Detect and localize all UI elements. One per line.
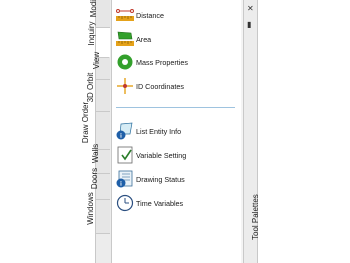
tab-label: Draw Order xyxy=(81,101,90,144)
tab-3d-orbit[interactable]: 3D Orbit xyxy=(86,73,110,112)
tool-label: Time Variables xyxy=(136,199,184,208)
tool-area[interactable]: Area xyxy=(116,30,241,50)
variable-setting-icon xyxy=(117,146,133,164)
tool-label: ID Coordinates xyxy=(136,82,184,91)
close-icon[interactable]: ✕ xyxy=(247,4,254,13)
tab-label: Walls xyxy=(91,143,100,164)
tool-label: Variable Setting xyxy=(136,151,187,160)
tool-drawing-status[interactable]: i Drawing Status xyxy=(116,170,241,190)
palette-title-bar[interactable]: ✕ ▮ Tool Palettes xyxy=(243,0,260,263)
id-coordinates-icon xyxy=(117,78,133,94)
tab-label: Inquiry xyxy=(87,21,96,46)
tool-time-variables[interactable]: Time Variables xyxy=(116,194,241,214)
area-icon xyxy=(116,31,134,46)
tab-doors[interactable]: Doors xyxy=(90,168,110,200)
mass-properties-icon xyxy=(117,54,133,70)
tool-label: Mass Properties xyxy=(136,58,188,67)
palette-content: Distance Area Mass Properties ID Coordin… xyxy=(112,0,241,263)
tab-modify[interactable]: Modify xyxy=(89,0,110,28)
tool-list-entity-info[interactable]: i List Entity Info xyxy=(116,122,241,142)
list-entity-info-icon: i xyxy=(116,122,133,140)
distance-icon xyxy=(116,9,134,21)
drawing-status-icon: i xyxy=(116,170,133,188)
tab-view[interactable]: View xyxy=(92,52,110,80)
tool-label: Drawing Status xyxy=(136,175,185,184)
palette-tab-strip: Modify Inquiry View 3D Orbit Draw Order … xyxy=(81,0,112,263)
tool-palette-window: Modify Inquiry View 3D Orbit Draw Order … xyxy=(81,0,260,263)
tool-label: Distance xyxy=(136,11,164,20)
tool-variable-setting[interactable]: Variable Setting xyxy=(116,146,241,166)
tool-id-coordinates[interactable]: ID Coordinates xyxy=(116,77,241,97)
tab-windows[interactable]: Windows xyxy=(86,192,110,234)
tab-label: 3D Orbit xyxy=(86,72,95,103)
tool-distance[interactable]: Distance xyxy=(116,6,241,26)
tool-mass-properties[interactable]: Mass Properties xyxy=(116,53,241,73)
palette-title: Tool Palettes xyxy=(251,194,260,240)
tab-label: Doors xyxy=(90,167,99,190)
palette-separator xyxy=(116,107,235,108)
tool-label: List Entity Info xyxy=(136,127,182,136)
palette-menu-icon[interactable]: ▮ xyxy=(247,20,251,29)
tool-label: Area xyxy=(136,35,152,44)
time-variables-icon xyxy=(116,194,134,212)
tab-label: Modify xyxy=(89,0,98,18)
tab-label: Windows xyxy=(86,192,95,225)
tab-label: View xyxy=(92,51,101,70)
